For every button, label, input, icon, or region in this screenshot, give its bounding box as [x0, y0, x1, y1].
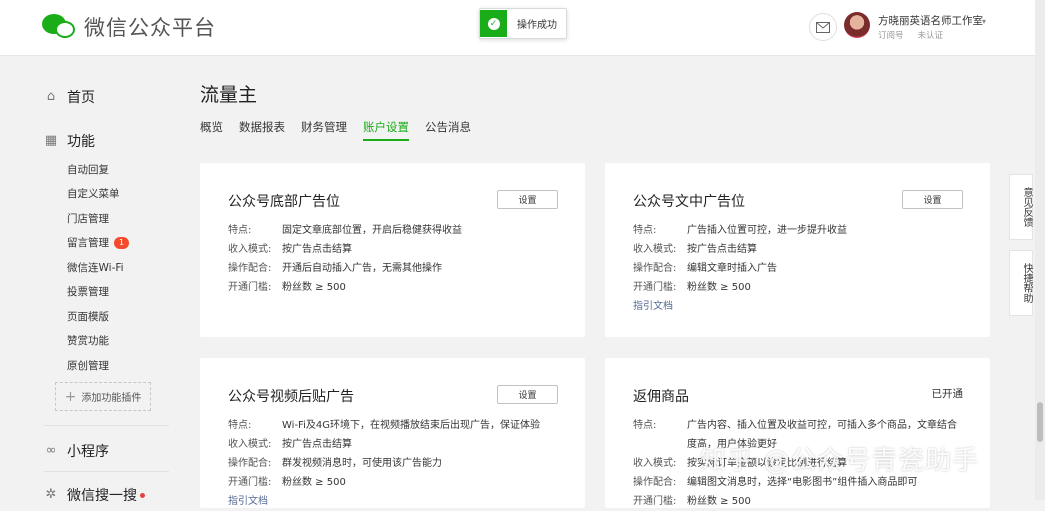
card-title: 公众号文中广告位 [633, 194, 745, 210]
sidebar-item-page-template[interactable]: 页面模版 [67, 309, 109, 324]
ad-card-in-article: 公众号文中广告位 设置 特点: 广告插入位置可控，进一步提升收益 收入模式: 按广告… [605, 163, 990, 337]
page-title: 流量主 [200, 84, 258, 106]
account-name[interactable]: 方晓丽英语名师工作室 [878, 13, 983, 28]
sidebar-item-label: 自定义菜单 [67, 188, 120, 200]
threshold-row: 开通门槛: 粉丝数 ≥ 500 [633, 496, 751, 507]
sidebar-item-label: 微信搜一搜 [67, 488, 137, 504]
sidebar-item-label: 微信连Wi-Fi [67, 262, 124, 274]
operation-row: 操作配合: 编辑文章时插入广告 [633, 263, 777, 274]
sidebar-item-label: 首页 [67, 90, 95, 106]
sidebar-item-vote[interactable]: 投票管理 [67, 284, 109, 299]
plus-icon: + [64, 388, 77, 405]
operation-row: 操作配合: 群发视频消息时，可使用该广告能力 [228, 458, 442, 469]
wechat-logo-icon [42, 12, 78, 42]
sidebar-item-label: 投票管理 [67, 286, 109, 298]
sidebar [0, 56, 180, 500]
guide-doc-link[interactable]: 指引文档 [633, 297, 973, 316]
add-plugin-label: 添加功能插件 [81, 393, 142, 404]
chevron-down-icon[interactable]: ▾ [982, 17, 986, 26]
operation-row: 操作配合: 开通后自动插入广告，无需其他操作 [228, 263, 442, 274]
tab-account-settings[interactable]: 账户设置 [363, 119, 409, 141]
sidebar-item-label: 原创管理 [67, 360, 109, 372]
grid-icon: ▦ [44, 133, 58, 148]
sidebar-item-wifi[interactable]: 微信连Wi-Fi [67, 260, 124, 275]
tab-reports[interactable]: 数据报表 [239, 119, 285, 141]
sidebar-item-label: 功能 [67, 134, 95, 150]
ad-card-video: 公众号视频后贴广告 设置 特点: Wi-Fi及4G环境下，在视频播放结束后出现广告… [200, 358, 585, 508]
account-meta: 订阅号 未认证 [878, 29, 943, 41]
tab-announcements[interactable]: 公告消息 [425, 119, 471, 141]
threshold-row: 开通门槛: 粉丝数 ≥ 500 [228, 282, 346, 293]
mail-icon[interactable] [809, 13, 837, 41]
settings-button[interactable]: 设置 [497, 190, 558, 209]
sidebar-item-home[interactable]: ⌂ 首页 [44, 87, 95, 107]
sidebar-item-label: 留言管理 [67, 237, 109, 249]
feature-row: 特点: 固定文章底部位置，开启后稳健获得收益 [228, 225, 462, 236]
settings-button[interactable]: 设置 [497, 385, 558, 404]
guide-doc-link[interactable]: 指引文档 [228, 492, 568, 511]
threshold-row: 开通门槛: 粉丝数 ≥ 500 [228, 477, 346, 488]
logo[interactable]: 微信公众平台 [42, 12, 216, 42]
top-bar: 微信公众平台 ✓ 操作成功 方晓丽英语名师工作室 订阅号 未认证 ▾ [0, 0, 1035, 56]
card-title: 公众号底部广告位 [228, 194, 340, 210]
divider [44, 425, 169, 426]
add-plugin-button[interactable]: + 添加功能插件 [55, 382, 151, 411]
mini-program-icon: ∞ [45, 443, 57, 458]
tab-finance[interactable]: 财务管理 [301, 119, 347, 141]
notification-badge: 1 [114, 236, 130, 249]
quick-help-button[interactable]: 快捷帮助 [1009, 250, 1033, 316]
status-badge: 已开通 [931, 388, 964, 400]
sidebar-item-search[interactable]: ✲ 微信搜一搜 [44, 485, 145, 505]
commission-goods-card: 返佣商品 已开通 特点: 广告内容、插入位置及收益可控，可插入多个商品，文章结合度… [605, 358, 990, 508]
divider [44, 471, 169, 472]
card-title: 公众号视频后贴广告 [228, 389, 354, 405]
threshold-row: 开通门槛: 粉丝数 ≥ 500 [633, 282, 751, 293]
settings-button[interactable]: 设置 [902, 190, 963, 209]
feedback-button[interactable]: 意见反馈 [1009, 174, 1033, 240]
sidebar-item-store[interactable]: 门店管理 [67, 211, 109, 226]
sidebar-item-label: 小程序 [67, 444, 109, 460]
ad-card-bottom: 公众号底部广告位 设置 特点: 固定文章底部位置，开启后稳健获得收益 收入模式: 按… [200, 163, 585, 337]
sidebar-item-comments[interactable]: 留言管理 1 [67, 235, 130, 250]
account-type: 订阅号 [878, 31, 904, 41]
account-status: 未认证 [917, 31, 944, 41]
home-icon: ⌂ [46, 89, 56, 104]
toast-text: 操作成功 [517, 20, 557, 31]
sidebar-item-auto-reply[interactable]: 自动回复 [67, 162, 109, 177]
sidebar-item-original[interactable]: 原创管理 [67, 358, 109, 373]
success-toast: ✓ 操作成功 [479, 8, 567, 39]
check-icon: ✓ [480, 10, 507, 37]
sidebar-item-label: 赞赏功能 [67, 335, 109, 347]
sidebar-item-mini-program[interactable]: ∞ 小程序 [44, 441, 109, 461]
sidebar-item-label: 页面模版 [67, 311, 109, 323]
income-row: 收入模式: 按广告点击结算 [633, 244, 757, 255]
feature-row: 特点: 广告插入位置可控，进一步提升收益 [633, 225, 847, 236]
sidebar-item-label: 自动回复 [67, 164, 109, 176]
income-row: 收入模式: 按广告点击结算 [228, 244, 352, 255]
sidebar-item-reward[interactable]: 赞赏功能 [67, 333, 109, 348]
tab-bar: 概览 数据报表 财务管理 账户设置 公告消息 [200, 119, 487, 141]
tab-overview[interactable]: 概览 [200, 119, 223, 141]
sidebar-item-custom-menu[interactable]: 自定义菜单 [67, 186, 120, 201]
watermark: 知乎 @公众号青瓷助手 [700, 446, 980, 476]
feature-row: 特点: Wi-Fi及4G环境下，在视频播放结束后出现广告，保证体验 [228, 420, 540, 431]
sidebar-item-features[interactable]: ▦ 功能 [44, 131, 95, 151]
card-title: 返佣商品 [633, 389, 689, 405]
avatar[interactable] [844, 12, 870, 38]
new-dot [140, 492, 145, 498]
scrollbar-thumb[interactable] [1037, 402, 1043, 442]
logo-text: 微信公众平台 [84, 16, 216, 40]
sidebar-item-label: 门店管理 [67, 213, 109, 225]
income-row: 收入模式: 按广告点击结算 [228, 439, 352, 450]
